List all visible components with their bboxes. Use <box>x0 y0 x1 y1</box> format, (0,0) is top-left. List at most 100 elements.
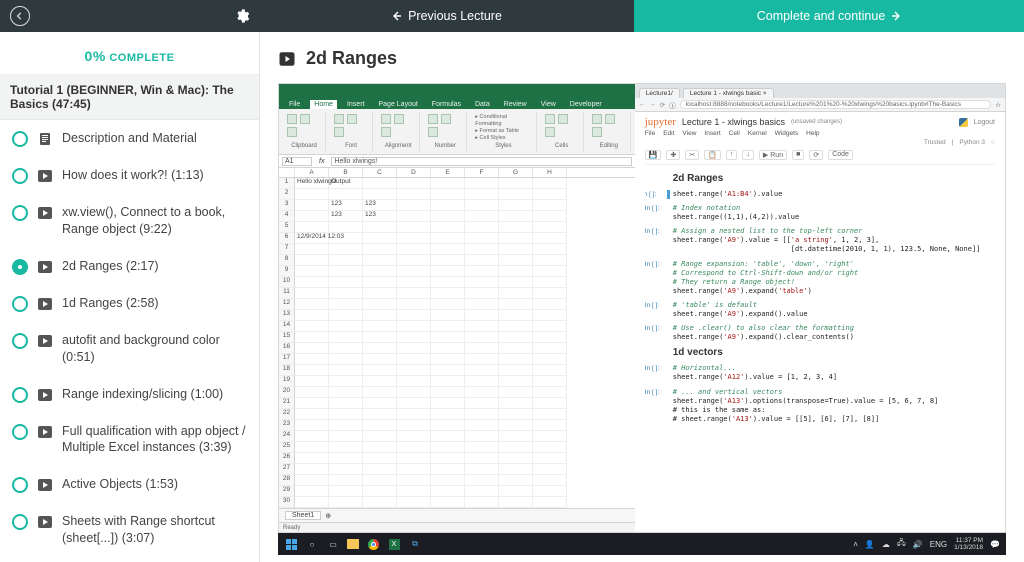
cell[interactable] <box>533 178 567 189</box>
cell[interactable] <box>499 233 533 244</box>
lesson-item[interactable]: Full qualification with app object / Mul… <box>0 413 259 467</box>
toolbar-button[interactable]: ↑ <box>726 150 738 160</box>
cell[interactable] <box>295 332 329 343</box>
excel-tab[interactable]: View <box>537 100 560 109</box>
cell[interactable] <box>329 189 363 200</box>
cell[interactable] <box>499 464 533 475</box>
notebook-body[interactable]: 2d Ranges In [ ]:sheet.range('A1:B4').va… <box>645 165 995 433</box>
cell[interactable] <box>465 365 499 376</box>
cell[interactable] <box>533 486 567 497</box>
windows-start-icon[interactable] <box>284 537 298 551</box>
cell[interactable] <box>499 354 533 365</box>
cell[interactable] <box>533 211 567 222</box>
cell[interactable] <box>329 431 363 442</box>
cell[interactable] <box>329 365 363 376</box>
row-number[interactable]: 2 <box>279 189 295 200</box>
cell[interactable] <box>431 475 465 486</box>
cell[interactable] <box>431 354 465 365</box>
cell[interactable] <box>499 442 533 453</box>
code-cell[interactable]: In [ ]:# ... and vertical vectorssheet.r… <box>673 388 993 424</box>
column-header[interactable]: F <box>465 168 499 177</box>
cell[interactable] <box>397 310 431 321</box>
cell[interactable]: 123 <box>329 211 363 222</box>
cell[interactable] <box>397 266 431 277</box>
cell[interactable] <box>295 453 329 464</box>
browser-reload-icon[interactable]: ⟳ <box>660 101 665 109</box>
cell[interactable] <box>499 486 533 497</box>
cell[interactable] <box>363 475 397 486</box>
previous-lecture-button[interactable]: Previous Lecture <box>260 0 634 32</box>
cell[interactable] <box>465 431 499 442</box>
cell[interactable]: 123 <box>363 200 397 211</box>
ribbon-group[interactable]: Font <box>330 112 373 150</box>
vscode-icon[interactable]: ⧉ <box>408 537 422 551</box>
cell[interactable] <box>295 244 329 255</box>
cell[interactable] <box>397 200 431 211</box>
excel-name-box[interactable]: A1 <box>282 157 312 166</box>
lesson-item[interactable]: xw.view(), Connect to a book, Range obje… <box>0 194 259 248</box>
cell[interactable] <box>397 222 431 233</box>
lesson-item[interactable]: How does it work?! (1:13) <box>0 157 259 194</box>
column-header[interactable]: D <box>397 168 431 177</box>
cell[interactable] <box>295 376 329 387</box>
cell[interactable]: 12/9/2014 12:03 <box>295 233 329 244</box>
cell[interactable] <box>533 442 567 453</box>
cell[interactable] <box>499 387 533 398</box>
cell[interactable] <box>397 442 431 453</box>
cell[interactable] <box>295 431 329 442</box>
cell[interactable] <box>397 431 431 442</box>
cell[interactable] <box>329 464 363 475</box>
cell[interactable] <box>533 387 567 398</box>
cell[interactable] <box>499 431 533 442</box>
cell[interactable] <box>431 343 465 354</box>
taskbar-clock[interactable]: 11:37 PM 1/13/2018 <box>954 537 983 551</box>
lesson-item[interactable]: Active Objects (1:53) <box>0 466 259 503</box>
cell[interactable] <box>329 354 363 365</box>
cell[interactable] <box>397 321 431 332</box>
cell[interactable] <box>465 288 499 299</box>
cell[interactable] <box>363 299 397 310</box>
browser-forward-icon[interactable]: → <box>649 101 656 108</box>
lesson-item[interactable]: Excel charts & Matplotlib (7:35) <box>0 557 259 562</box>
toolbar-button[interactable]: 📋 <box>704 150 721 160</box>
row-number[interactable]: 21 <box>279 398 295 409</box>
cell[interactable] <box>465 255 499 266</box>
cell[interactable] <box>533 277 567 288</box>
tray-language[interactable]: ENG <box>930 540 947 549</box>
cell[interactable]: 123 <box>363 211 397 222</box>
cell[interactable] <box>533 475 567 486</box>
cell[interactable] <box>295 288 329 299</box>
cell[interactable] <box>533 464 567 475</box>
row-number[interactable]: 25 <box>279 442 295 453</box>
ribbon-group[interactable]: Alignment <box>377 112 420 150</box>
code-cell[interactable]: In [ ]:# Assign a nested list to the top… <box>673 227 993 254</box>
cell[interactable] <box>363 321 397 332</box>
settings-gear-icon[interactable] <box>234 8 250 24</box>
toolbar-button[interactable]: ✂ <box>685 150 699 160</box>
task-view-icon[interactable]: ▭ <box>326 537 340 551</box>
toolbar-button[interactable]: 💾 <box>645 150 662 160</box>
cell[interactable] <box>499 310 533 321</box>
cell[interactable] <box>431 200 465 211</box>
cell[interactable] <box>465 464 499 475</box>
excel-tab[interactable]: Review <box>500 100 531 109</box>
cell[interactable] <box>431 409 465 420</box>
cell[interactable] <box>499 409 533 420</box>
ribbon-group[interactable]: Clipboard <box>283 112 326 150</box>
cell[interactable] <box>431 255 465 266</box>
tray-people-icon[interactable]: 👤 <box>865 540 875 549</box>
cell[interactable] <box>431 310 465 321</box>
cell[interactable] <box>397 299 431 310</box>
sheet-tab[interactable]: Sheet1 <box>285 511 321 520</box>
cell[interactable] <box>295 299 329 310</box>
cell[interactable] <box>363 233 397 244</box>
cell[interactable] <box>465 387 499 398</box>
cell[interactable] <box>465 354 499 365</box>
cell[interactable] <box>397 178 431 189</box>
cell[interactable] <box>533 288 567 299</box>
cell[interactable] <box>533 398 567 409</box>
cell[interactable] <box>533 409 567 420</box>
cell[interactable] <box>295 486 329 497</box>
jupyter-title[interactable]: Lecture 1 - xlwings basics <box>682 117 785 127</box>
row-number[interactable]: 15 <box>279 332 295 343</box>
